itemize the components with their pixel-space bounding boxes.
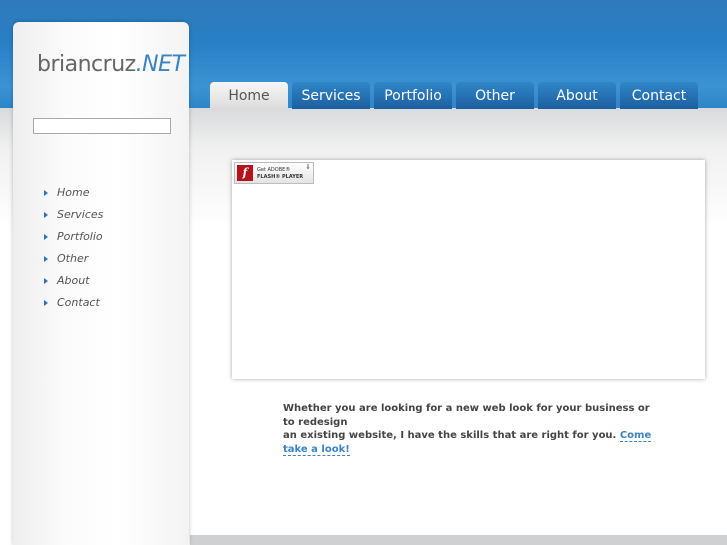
sidebar: briancruz.NET Home Services Portfolio Ot… [13, 22, 189, 545]
tab-about[interactable]: About [538, 82, 616, 109]
arrow-right-icon [44, 212, 48, 218]
sidebar-item-label: Home [57, 186, 90, 199]
flash-badge-line1: Get ADOBE® [257, 167, 291, 173]
arrow-right-icon [44, 300, 48, 306]
sidebar-item-label: Services [57, 208, 104, 221]
intro-text: Whether you are looking for a new web lo… [283, 402, 663, 456]
intro-line1: Whether you are looking for a new web lo… [283, 403, 650, 428]
sidebar-nav: Home Services Portfolio Other About Cont… [43, 182, 103, 314]
sidebar-item-home[interactable]: Home [43, 182, 103, 204]
sidebar-item-contact[interactable]: Contact [43, 292, 103, 314]
tab-services[interactable]: Services [292, 82, 370, 109]
sidebar-item-about[interactable]: About [43, 270, 103, 292]
sidebar-item-other[interactable]: Other [43, 248, 103, 270]
search-input[interactable] [33, 118, 171, 134]
sidebar-item-label: About [57, 274, 90, 287]
tab-portfolio[interactable]: Portfolio [374, 82, 452, 109]
footer-strip [190, 535, 727, 545]
download-icon: ⇓ [305, 163, 311, 171]
flash-content-area: f Get ADOBE® FLASH® PLAYER ⇓ [232, 160, 705, 379]
tab-home[interactable]: Home [210, 82, 288, 109]
sidebar-item-portfolio[interactable]: Portfolio [43, 226, 103, 248]
logo-name: briancruz [37, 52, 136, 77]
intro-line2: an existing website, I have the skills t… [283, 430, 617, 441]
logo-tld: .NET [135, 52, 185, 77]
arrow-right-icon [44, 234, 48, 240]
sidebar-item-label: Portfolio [57, 230, 103, 243]
sidebar-item-services[interactable]: Services [43, 204, 103, 226]
get-flash-player-button[interactable]: f Get ADOBE® FLASH® PLAYER ⇓ [234, 162, 314, 184]
tab-contact[interactable]: Contact [620, 82, 698, 109]
site-logo[interactable]: briancruz.NET [37, 52, 185, 77]
sidebar-item-label: Contact [57, 296, 100, 309]
flash-player-icon: f [237, 165, 253, 181]
sidebar-item-label: Other [57, 252, 89, 265]
flash-badge-line2: FLASH® PLAYER [257, 174, 304, 180]
arrow-right-icon [44, 190, 48, 196]
tab-other[interactable]: Other [456, 82, 534, 109]
arrow-right-icon [44, 256, 48, 262]
arrow-right-icon [44, 278, 48, 284]
